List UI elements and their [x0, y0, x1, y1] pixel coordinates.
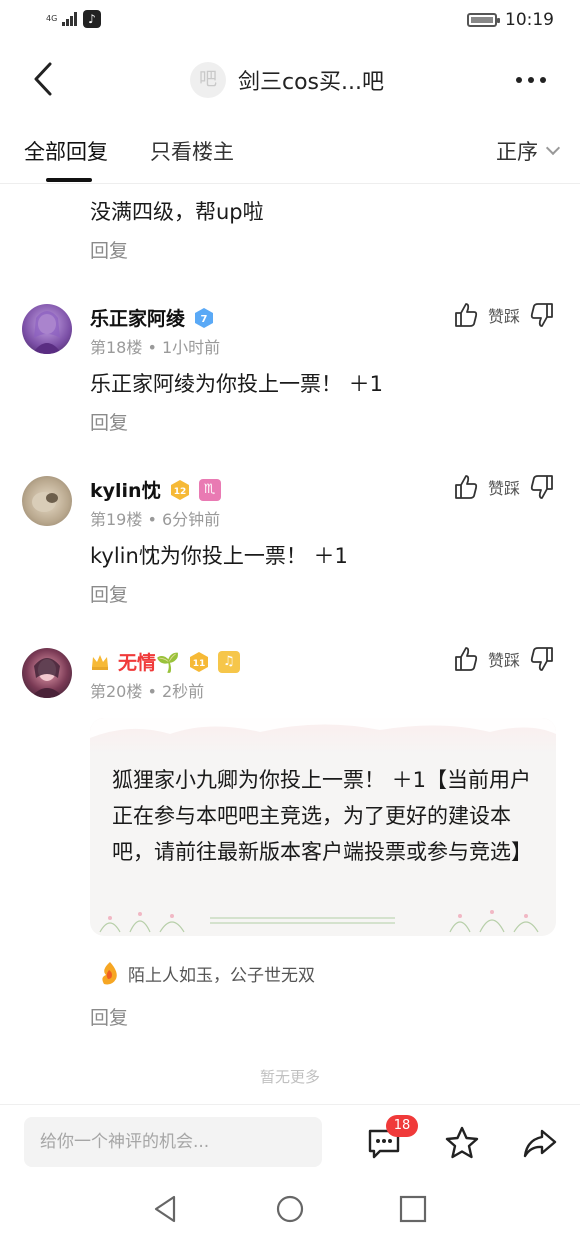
bubble-header-decoration	[90, 718, 556, 754]
signal-icon	[62, 12, 77, 26]
post-meta: 第18楼 • 1小时前	[90, 334, 220, 358]
username[interactable]: 乐正家阿绫	[90, 304, 185, 331]
comment-input[interactable]	[24, 1117, 322, 1167]
nav-recents-icon[interactable]	[398, 1194, 428, 1224]
tab-host-only[interactable]: 只看楼主	[150, 136, 234, 166]
post-content: 乐正家阿绫为你投上一票！ ＋1	[90, 372, 384, 396]
clock: 10:19	[505, 10, 554, 30]
status-right: 10:19	[467, 10, 554, 30]
no-more-label: 暂无更多	[259, 1068, 320, 1086]
like-dislike-label: 赞踩	[487, 307, 520, 326]
status-bar: 4G ♪ 10:19	[0, 0, 580, 44]
thumbs-down-icon[interactable]	[530, 646, 554, 672]
post-time: 1小时前	[162, 338, 221, 357]
post-username-row: 乐正家阿绫 7	[90, 304, 215, 331]
bubble-flower-decoration	[99, 910, 539, 933]
forum-title[interactable]: 吧 剑三cos买...吧	[190, 62, 384, 98]
post-actions: 赞踩	[454, 302, 554, 328]
back-icon[interactable]	[30, 60, 60, 98]
thumbs-up-icon[interactable]	[454, 302, 478, 328]
reply-button[interactable]: 回复	[90, 408, 128, 435]
share-icon[interactable]	[522, 1125, 558, 1161]
meta-dot: •	[147, 338, 162, 357]
level-badge-icon: 11	[189, 651, 208, 672]
svg-text:11: 11	[192, 659, 205, 669]
like-dislike-label: 赞踩	[487, 479, 520, 498]
svg-text:7: 7	[201, 314, 208, 325]
meta-dot: •	[147, 682, 162, 701]
post-meta: 第19楼 • 6分钟前	[90, 506, 220, 530]
system-nav-bar	[0, 1180, 580, 1242]
post-meta: 第20楼 • 2秒前	[90, 678, 204, 702]
post-tail: 陌上人如玉，公子世无双	[98, 960, 315, 986]
post-bubble-card: 狐狸家小九卿为你投上一票！ ＋1【当前用户正在参与本吧吧主竞选，为了更好的建设本…	[90, 718, 556, 936]
sort-dropdown[interactable]: 正序	[496, 136, 561, 166]
like-dislike-label: 赞踩	[487, 651, 520, 670]
post-username-row: kylin忱 12 ♏	[90, 476, 221, 503]
tail-text: 陌上人如玉，公子世无双	[128, 965, 315, 986]
tab-active-indicator	[46, 178, 92, 182]
battery-icon	[467, 13, 500, 27]
forum-avatar: 吧	[190, 62, 226, 98]
reply-button[interactable]: 回复	[90, 580, 128, 607]
top-bar: 吧 剑三cos买...吧	[0, 44, 580, 116]
level-badge-icon: 7	[195, 307, 214, 328]
thumbs-up-icon[interactable]	[454, 474, 478, 500]
floor-number: 第20楼	[90, 682, 143, 701]
thumbs-up-icon[interactable]	[454, 646, 478, 672]
floor-number: 第18楼	[90, 338, 143, 357]
post-time: 6分钟前	[162, 510, 221, 529]
svg-text:12: 12	[173, 487, 186, 497]
nav-back-icon[interactable]	[150, 1194, 180, 1224]
tab-all-replies[interactable]: 全部回复	[24, 136, 108, 166]
meta-dot: •	[147, 510, 162, 529]
username[interactable]: kylin忱	[90, 476, 161, 503]
forum-title-text: 剑三cos买...吧	[238, 70, 384, 95]
tiktok-notification-icon: ♪	[83, 10, 101, 28]
avatar[interactable]	[22, 476, 72, 526]
avatar[interactable]	[22, 648, 72, 698]
post-actions: 赞踩	[454, 474, 554, 500]
comment-count-badge: 18	[386, 1115, 418, 1137]
floor-number: 第19楼	[90, 510, 143, 529]
reply-button[interactable]: 回复	[90, 1003, 128, 1030]
thumbs-down-icon[interactable]	[530, 302, 554, 328]
post-time: 2秒前	[162, 682, 205, 701]
bottom-bar: 18	[0, 1104, 580, 1180]
level-badge-icon: 12	[170, 479, 189, 500]
post-content: kylin忱为你投上一票！ ＋1	[90, 544, 348, 568]
post-content: 没满四级，帮up啦	[90, 200, 264, 224]
more-icon[interactable]	[516, 72, 552, 88]
post-username-row: 无情🌱 11 ♫	[90, 648, 240, 675]
reply-button[interactable]: 回复	[90, 236, 128, 263]
reply-tabs: 全部回复 只看楼主 正序	[0, 116, 580, 184]
tail-flame-icon	[102, 962, 117, 985]
star-icon[interactable]	[444, 1125, 480, 1161]
nav-home-icon[interactable]	[275, 1194, 305, 1224]
post-actions: 赞踩	[454, 646, 554, 672]
post-content: 狐狸家小九卿为你投上一票！ ＋1【当前用户正在参与本吧吧主竞选，为了更好的建设本…	[112, 768, 532, 864]
status-left: 4G ♪	[46, 10, 101, 28]
avatar[interactable]	[22, 304, 72, 354]
thumbs-down-icon[interactable]	[530, 474, 554, 500]
chevron-down-icon	[545, 140, 561, 156]
username[interactable]: 无情🌱	[118, 648, 180, 675]
network-type: 4G	[46, 14, 58, 23]
sort-label: 正序	[496, 140, 538, 164]
music-badge-icon: ♫	[217, 650, 240, 673]
zodiac-badge-icon: ♏	[198, 478, 221, 501]
crown-icon	[92, 654, 108, 670]
